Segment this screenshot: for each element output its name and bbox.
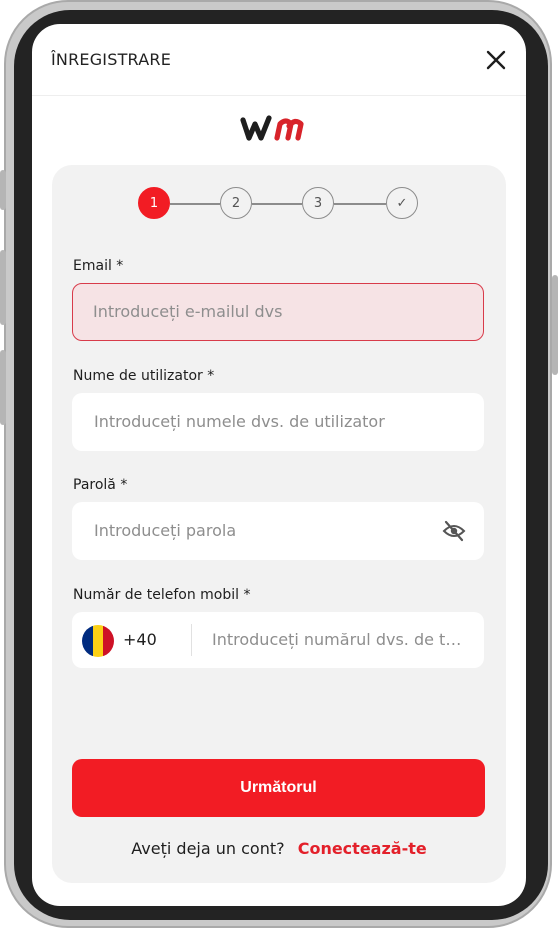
step-connector (252, 203, 302, 205)
password-field[interactable]: Introduceți parola (72, 502, 484, 560)
eye-slash-icon[interactable] (442, 520, 466, 542)
login-prompt: Aveți deja un cont? (131, 839, 285, 858)
dial-code[interactable]: +40 (123, 612, 157, 668)
wm-logo (240, 115, 304, 141)
email-field[interactable]: Introduceți e-mailul dvs (72, 283, 484, 341)
phone-side-button (552, 275, 558, 375)
phone-label: Număr de telefon mobil * (73, 587, 251, 603)
password-placeholder: Introduceți parola (94, 521, 237, 540)
phone-side-button (0, 250, 6, 325)
romania-flag-icon[interactable] (82, 625, 114, 657)
phone-divider (191, 624, 192, 656)
email-label: Email * (73, 258, 124, 274)
phone-side-button (0, 170, 6, 210)
step-3: 3 (302, 187, 334, 219)
step-1: 1 (138, 187, 170, 219)
login-link[interactable]: Conectează-te (298, 839, 427, 858)
login-prompt-row: Aveți deja un cont? Conectează-te (52, 839, 506, 858)
step-complete-check: ✓ (386, 187, 418, 219)
step-indicator: 1 2 3 ✓ (138, 187, 420, 221)
close-button[interactable] (482, 46, 510, 74)
username-field[interactable]: Introduceți numele dvs. de utilizator (72, 393, 484, 451)
username-placeholder: Introduceți numele dvs. de utilizator (94, 412, 385, 431)
phone-side-button (0, 350, 6, 425)
step-connector (334, 203, 386, 205)
step-2: 2 (220, 187, 252, 219)
close-icon (486, 50, 506, 70)
email-placeholder: Introduceți e-mailul dvs (93, 302, 283, 321)
next-button[interactable]: Următorul (72, 759, 485, 817)
phone-field[interactable]: +40 Introduceți numărul dvs. de telefon (72, 612, 484, 668)
password-label: Parolă * (73, 477, 128, 493)
registration-screen: ÎNREGISTRARE 1 2 3 ✓ Email * Introduceți… (32, 24, 526, 906)
step-connector (170, 203, 220, 205)
username-label: Nume de utilizator * (73, 368, 215, 384)
phone-placeholder: Introduceți numărul dvs. de telefon (212, 630, 470, 649)
page-title: ÎNREGISTRARE (51, 50, 172, 69)
registration-card: 1 2 3 ✓ Email * Introduceți e-mailul dvs… (52, 165, 506, 883)
modal-header: ÎNREGISTRARE (32, 24, 526, 96)
